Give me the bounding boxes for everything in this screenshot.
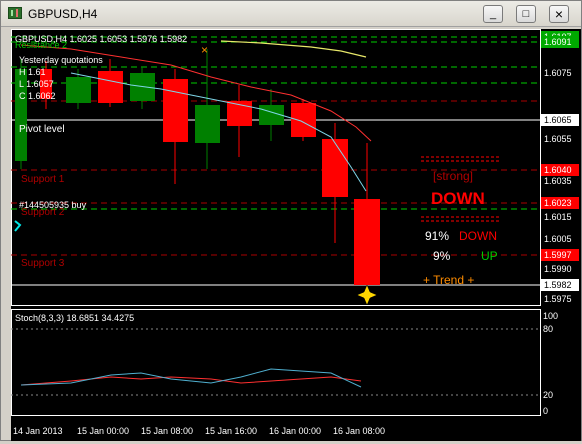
time-label: 16 Jan 08:00 [333,426,385,436]
support2-label: Support 2 [21,207,65,218]
window-title: GBPUSD,H4 [28,7,98,21]
price-label: 1.6040 [544,165,572,175]
price-chart[interactable]: × GBPUSD,H4 1.6025 1.6053 1.5976 1.5982 … [11,29,581,441]
price-label: 1.6005 [544,234,572,244]
support3-label: Support 3 [21,258,65,269]
stoch-axis-0: 0 [543,406,548,416]
chart-window: GBPUSD,H4 _ □ × × GBPUSD,H4 1.6025 1.605… [0,0,582,441]
stoch-axis-100: 100 [543,311,558,321]
yesterday-low: L 1.6057 [19,79,54,89]
candle-bear [163,79,188,142]
price-label: 1.6015 [544,212,572,222]
trend-label: + Trend + [423,273,474,287]
yesterday-high: H 1.61 [19,67,46,77]
price-label: 1.5975 [544,294,572,304]
price-label: 1.6091 [544,37,572,47]
down-percent: 91% [425,229,449,243]
candle-bear [98,71,123,103]
ma-yellow-line [220,40,367,58]
price-label: 1.6075 [544,68,572,78]
support1-label: Support 1 [21,174,65,185]
title-bar[interactable]: GBPUSD,H4 _ □ × [1,1,581,27]
yesterday-close: C 1.6062 [19,91,56,101]
strong-label: [strong] [433,169,473,183]
pivot-label: Pivot level [19,124,65,135]
arrow-marker-icon [14,220,22,232]
price-label: 1.5982 [544,280,572,290]
price-label: 1.5990 [544,264,572,274]
candle-bear [354,199,380,285]
price-label: 1.6035 [544,176,572,186]
price-axis: 1.61071.60911.60751.60651.60551.60401.60… [541,31,579,304]
candle-bull [66,77,91,103]
candle-bull [195,105,220,143]
sell-marker-icon: × [201,43,208,57]
chart-icon [8,7,22,19]
candle-bear [322,139,348,197]
direction-label: DOWN [431,189,485,208]
time-label: 14 Jan 2013 [13,426,63,436]
stoch-label: Stoch(8,3,3) 18.6851 34.4275 [15,313,134,323]
price-label: 1.5997 [544,250,572,260]
up-label: UP [481,249,498,263]
yesterday-header: Yesterday quotations [19,55,103,65]
time-axis: 14 Jan 2013 15 Jan 00:00 15 Jan 08:00 15… [13,426,385,436]
time-label: 15 Jan 00:00 [77,426,129,436]
main-panel-border [11,29,541,306]
time-label: 15 Jan 16:00 [205,426,257,436]
price-label: 1.6065 [544,115,572,125]
time-label: 16 Jan 00:00 [269,426,321,436]
close-button[interactable]: × [549,5,569,23]
chart-area[interactable]: × GBPUSD,H4 1.6025 1.6053 1.5976 1.5982 … [11,29,581,441]
price-label: 1.6055 [544,134,572,144]
minimize-button[interactable]: _ [483,5,503,23]
star-marker-icon [356,284,378,306]
maximize-button[interactable]: □ [516,5,536,23]
candle-bear [291,103,316,137]
stoch-axis-20: 20 [543,390,553,400]
resistance2-label: Resistance 2 [15,40,67,50]
price-label: 1.6023 [544,198,572,208]
down-label: DOWN [459,229,497,243]
up-percent: 9% [433,249,451,263]
time-label: 15 Jan 08:00 [141,426,193,436]
stoch-panel-border [11,309,541,416]
stoch-axis-80: 80 [543,324,553,334]
